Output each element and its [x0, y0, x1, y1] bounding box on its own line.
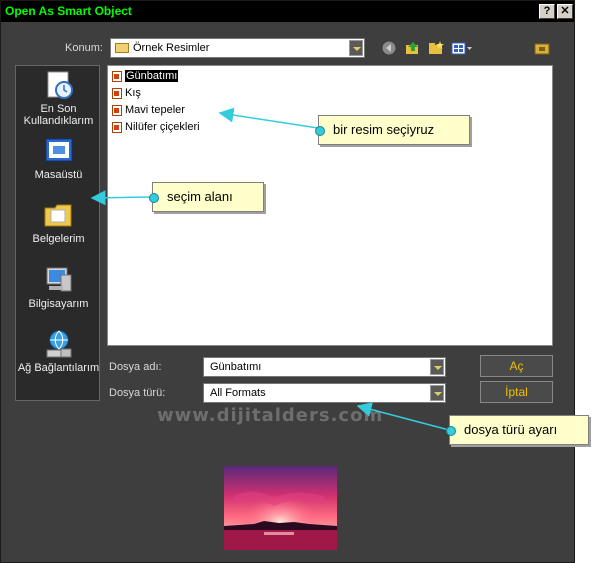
watermark: www.dijitalders.com	[157, 405, 384, 426]
filename-input[interactable]: Günbatımı	[203, 357, 446, 377]
chevron-down-icon[interactable]	[430, 385, 444, 401]
file-item[interactable]: Günbatımı	[112, 69, 179, 83]
filename-label: Dosya adı:	[109, 361, 162, 373]
place-label: Belgelerim	[32, 233, 85, 245]
image-file-icon	[112, 70, 122, 82]
up-folder-icon[interactable]	[405, 41, 421, 55]
filetype-value: All Formats	[210, 387, 266, 399]
my-documents-icon	[44, 204, 71, 227]
my-computer-icon	[46, 267, 71, 292]
callout-dot	[149, 193, 159, 203]
window-title: Open As Smart Object	[5, 4, 132, 18]
network-places-icon	[46, 330, 71, 358]
location-dropdown[interactable]: Örnek Resimler	[110, 38, 365, 58]
chevron-down-icon[interactable]	[430, 359, 444, 375]
file-item[interactable]: Nilüfer çiçekleri	[112, 120, 200, 134]
sunset-preview-image	[224, 466, 337, 550]
folder-icon	[115, 43, 129, 53]
place-network[interactable]: Ağ Bağlantılarım	[16, 329, 101, 374]
recent-documents-icon	[47, 71, 73, 99]
location-value: Örnek Resimler	[133, 42, 210, 54]
file-item[interactable]: Mavi tepeler	[112, 103, 185, 117]
places-bar: En Son Kullandıklarım Masaüstü Belgeleri…	[15, 65, 100, 401]
place-label: Ağ Bağlantılarım	[17, 362, 100, 374]
place-computer[interactable]: Bilgisayarım	[16, 265, 101, 310]
callout-select-image: bir resim seçiyruz	[315, 115, 470, 145]
open-button[interactable]: Aç	[480, 355, 553, 377]
cancel-button[interactable]: İptal	[480, 381, 553, 403]
close-button[interactable]: ✕	[557, 4, 573, 19]
help-button[interactable]: ?	[539, 4, 555, 19]
place-documents[interactable]: Belgelerim	[16, 200, 101, 245]
filetype-dropdown[interactable]: All Formats	[203, 383, 446, 403]
location-label: Konum:	[65, 42, 103, 54]
back-icon[interactable]	[381, 41, 397, 55]
callout-selection-area: seçim alanı	[149, 182, 264, 212]
callout-dot	[446, 426, 456, 436]
place-label: En Son Kullandıklarım	[23, 103, 94, 127]
desktop-icon	[45, 138, 72, 162]
callout-filetype-setting: dosya türü ayarı	[446, 415, 589, 445]
folder-options-icon[interactable]	[534, 41, 550, 55]
image-file-icon	[112, 87, 122, 99]
filetype-label: Dosya türü:	[109, 387, 166, 399]
view-menu-icon[interactable]	[451, 41, 473, 55]
title-bar: Open As Smart Object ? ✕	[1, 1, 574, 22]
callout-dot	[315, 126, 325, 136]
place-label: Bilgisayarım	[28, 298, 89, 310]
place-desktop[interactable]: Masaüstü	[16, 136, 101, 181]
file-item[interactable]: Kış	[112, 86, 141, 100]
place-recent[interactable]: En Son Kullandıklarım	[16, 70, 101, 127]
image-file-icon	[112, 104, 122, 116]
image-file-icon	[112, 121, 122, 133]
filename-value: Günbatımı	[210, 361, 262, 373]
place-label: Masaüstü	[34, 169, 83, 181]
chevron-down-icon[interactable]	[349, 40, 363, 56]
open-dialog: Open As Smart Object ? ✕ Konum: Örnek Re…	[0, 0, 575, 563]
new-folder-icon[interactable]	[428, 41, 444, 55]
